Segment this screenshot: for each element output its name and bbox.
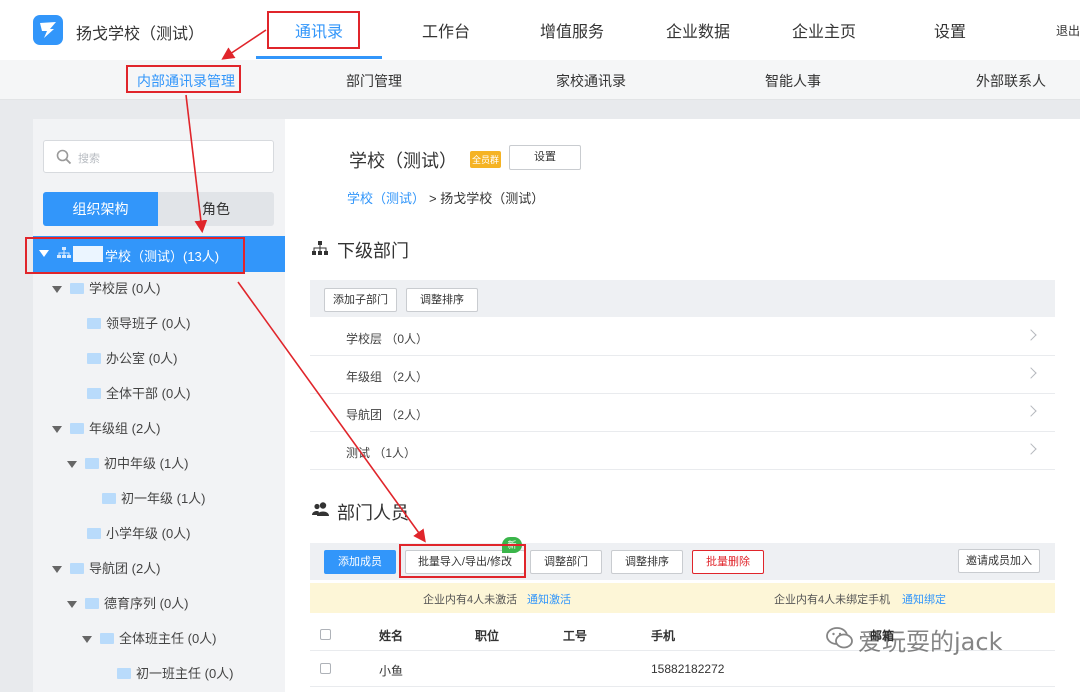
member-phone: 15882182272 (651, 662, 725, 676)
adjust-department-button[interactable]: 调整部门 (530, 550, 602, 574)
tree-node[interactable]: 导航团 (2人) (52, 559, 161, 579)
folder-icon (70, 563, 84, 575)
batch-delete-button[interactable]: 批量删除 (692, 550, 764, 574)
nav-value-added[interactable]: 增值服务 (540, 18, 604, 42)
tree-node[interactable]: 全体班主任 (0人) (82, 629, 217, 649)
all-staff-group-badge: 全员群 (470, 151, 502, 168)
members-icon (312, 502, 329, 516)
tab-roles[interactable]: 角色 (158, 192, 274, 226)
tree-node[interactable]: 初一年级 (1人) (102, 489, 206, 509)
expand-caret-icon[interactable] (82, 636, 92, 644)
add-sub-department-button[interactable]: 添加子部门 (324, 288, 397, 312)
notice-bar: 企业内有4人未激活 通知激活 企业内有4人未绑定手机 通知绑定 (310, 583, 1055, 613)
sub-department-row[interactable]: 学校层 （0人） (310, 318, 1055, 356)
org-chart-icon (312, 241, 328, 255)
tree-node[interactable]: 学校层 (0人) (52, 279, 161, 299)
chevron-right-icon (1025, 367, 1037, 379)
notice-inactive-text: 企业内有4人未激活 (423, 594, 518, 606)
search-placeholder: 搜索 (78, 153, 100, 165)
members-heading: 部门人员 (337, 503, 409, 523)
watermark-text: 爱玩耍的jack (858, 628, 1003, 656)
folder-icon (87, 318, 101, 330)
expand-caret-icon[interactable] (52, 426, 62, 434)
chevron-right-icon (1025, 329, 1037, 341)
watermark: 爱玩耍的jack (826, 622, 1002, 657)
main-content: 学校（测试） 全员群 设置 学校（测试） > 扬戈学校（测试） 下级部门 添加子… (285, 119, 1080, 692)
sub-department-row[interactable]: 测试 （1人） (310, 432, 1055, 470)
sub-department-row[interactable]: 年级组 （2人） (310, 356, 1055, 394)
tree-node[interactable]: 办公室 (0人) (87, 349, 178, 369)
annotation-box-batch (399, 544, 526, 578)
expand-caret-icon[interactable] (67, 601, 77, 609)
app-logo-icon (33, 15, 63, 45)
nav-enterprise-data[interactable]: 企业数据 (666, 18, 730, 42)
select-all-checkbox[interactable] (320, 629, 331, 640)
expand-caret-icon[interactable] (52, 566, 62, 574)
notify-activate-link[interactable]: 通知激活 (527, 591, 571, 607)
department-setting-button[interactable]: 设置 (509, 145, 581, 170)
invite-member-button[interactable]: 邀请成员加入 (958, 549, 1040, 573)
folder-icon (85, 458, 99, 470)
tree-node[interactable]: 初一班主任 (0人) (117, 664, 234, 684)
nav-enterprise-home[interactable]: 企业主页 (792, 18, 856, 42)
adjust-sort-button[interactable]: 调整排序 (611, 550, 683, 574)
top-navigation-bar: 扬戈学校（测试） 通讯录 工作台 增值服务 企业数据 企业主页 设置 退出 (0, 0, 1080, 60)
annotation-box-contacts (267, 11, 360, 49)
folder-icon (87, 388, 101, 400)
column-name: 姓名 (379, 629, 404, 643)
breadcrumb-link[interactable]: 学校（测试） (347, 188, 425, 207)
search-icon (56, 149, 72, 165)
nav-workbench[interactable]: 工作台 (422, 18, 470, 42)
column-position: 职位 (475, 629, 500, 643)
wechat-icon (826, 627, 853, 649)
tree-node[interactable]: 小学年级 (0人) (87, 524, 191, 544)
tree-node[interactable]: 年级组 (2人) (52, 419, 161, 439)
sub-department-row[interactable]: 导航团 （2人） (310, 394, 1055, 432)
folder-icon (87, 528, 101, 540)
column-employee-id: 工号 (563, 629, 588, 643)
notice-unbound-text: 企业内有4人未绑定手机 (774, 594, 891, 606)
tree-node[interactable]: 全体干部 (0人) (87, 384, 191, 404)
subnav-external-contacts[interactable]: 外部联系人 (976, 71, 1046, 91)
row-checkbox[interactable] (320, 663, 331, 674)
sub-departments-heading: 下级部门 (337, 241, 409, 261)
tree-node[interactable]: 德育序列 (0人) (67, 594, 189, 614)
folder-icon (70, 283, 84, 295)
member-name: 小鱼 (379, 664, 404, 678)
folder-icon (102, 493, 116, 505)
logout-link[interactable]: 退出 (1056, 22, 1080, 39)
column-phone: 手机 (651, 629, 676, 643)
app-title: 扬戈学校（测试） (76, 26, 205, 43)
expand-caret-icon[interactable] (52, 286, 62, 294)
notify-bind-link[interactable]: 通知绑定 (902, 591, 946, 607)
tab-org-structure[interactable]: 组织架构 (43, 192, 158, 226)
folder-icon (87, 353, 101, 365)
tree-node[interactable]: 领导班子 (0人) (87, 314, 191, 334)
tree-node[interactable]: 初中年级 (1人) (67, 454, 189, 474)
nav-active-indicator (256, 56, 382, 59)
annotation-box-internal (126, 65, 241, 93)
view-toggle: 组织架构 角色 (43, 192, 274, 226)
folder-icon (100, 633, 114, 645)
annotation-box-root (25, 237, 245, 274)
expand-caret-icon[interactable] (67, 461, 77, 469)
chevron-right-icon (1025, 405, 1037, 417)
add-member-button[interactable]: 添加成员 (324, 550, 396, 574)
nav-settings[interactable]: 设置 (934, 18, 966, 42)
subnav-home-school[interactable]: 家校通讯录 (556, 71, 626, 91)
search-input[interactable]: 搜索 (43, 140, 274, 173)
folder-icon (85, 598, 99, 610)
subnav-dept-management[interactable]: 部门管理 (346, 71, 402, 91)
breadcrumb-current: > 扬戈学校（测试） (429, 191, 545, 206)
adjust-order-button[interactable]: 调整排序 (406, 288, 478, 312)
folder-icon (70, 423, 84, 435)
department-title: 学校（测试） (349, 151, 457, 171)
subnav-smart-hr[interactable]: 智能人事 (765, 71, 821, 91)
chevron-right-icon (1025, 443, 1037, 455)
org-sidebar: 搜索 组织架构 角色 学校（测试）(13人) 学校层 (0人) 领导班子 (0人… (33, 119, 285, 692)
folder-icon (117, 668, 131, 680)
